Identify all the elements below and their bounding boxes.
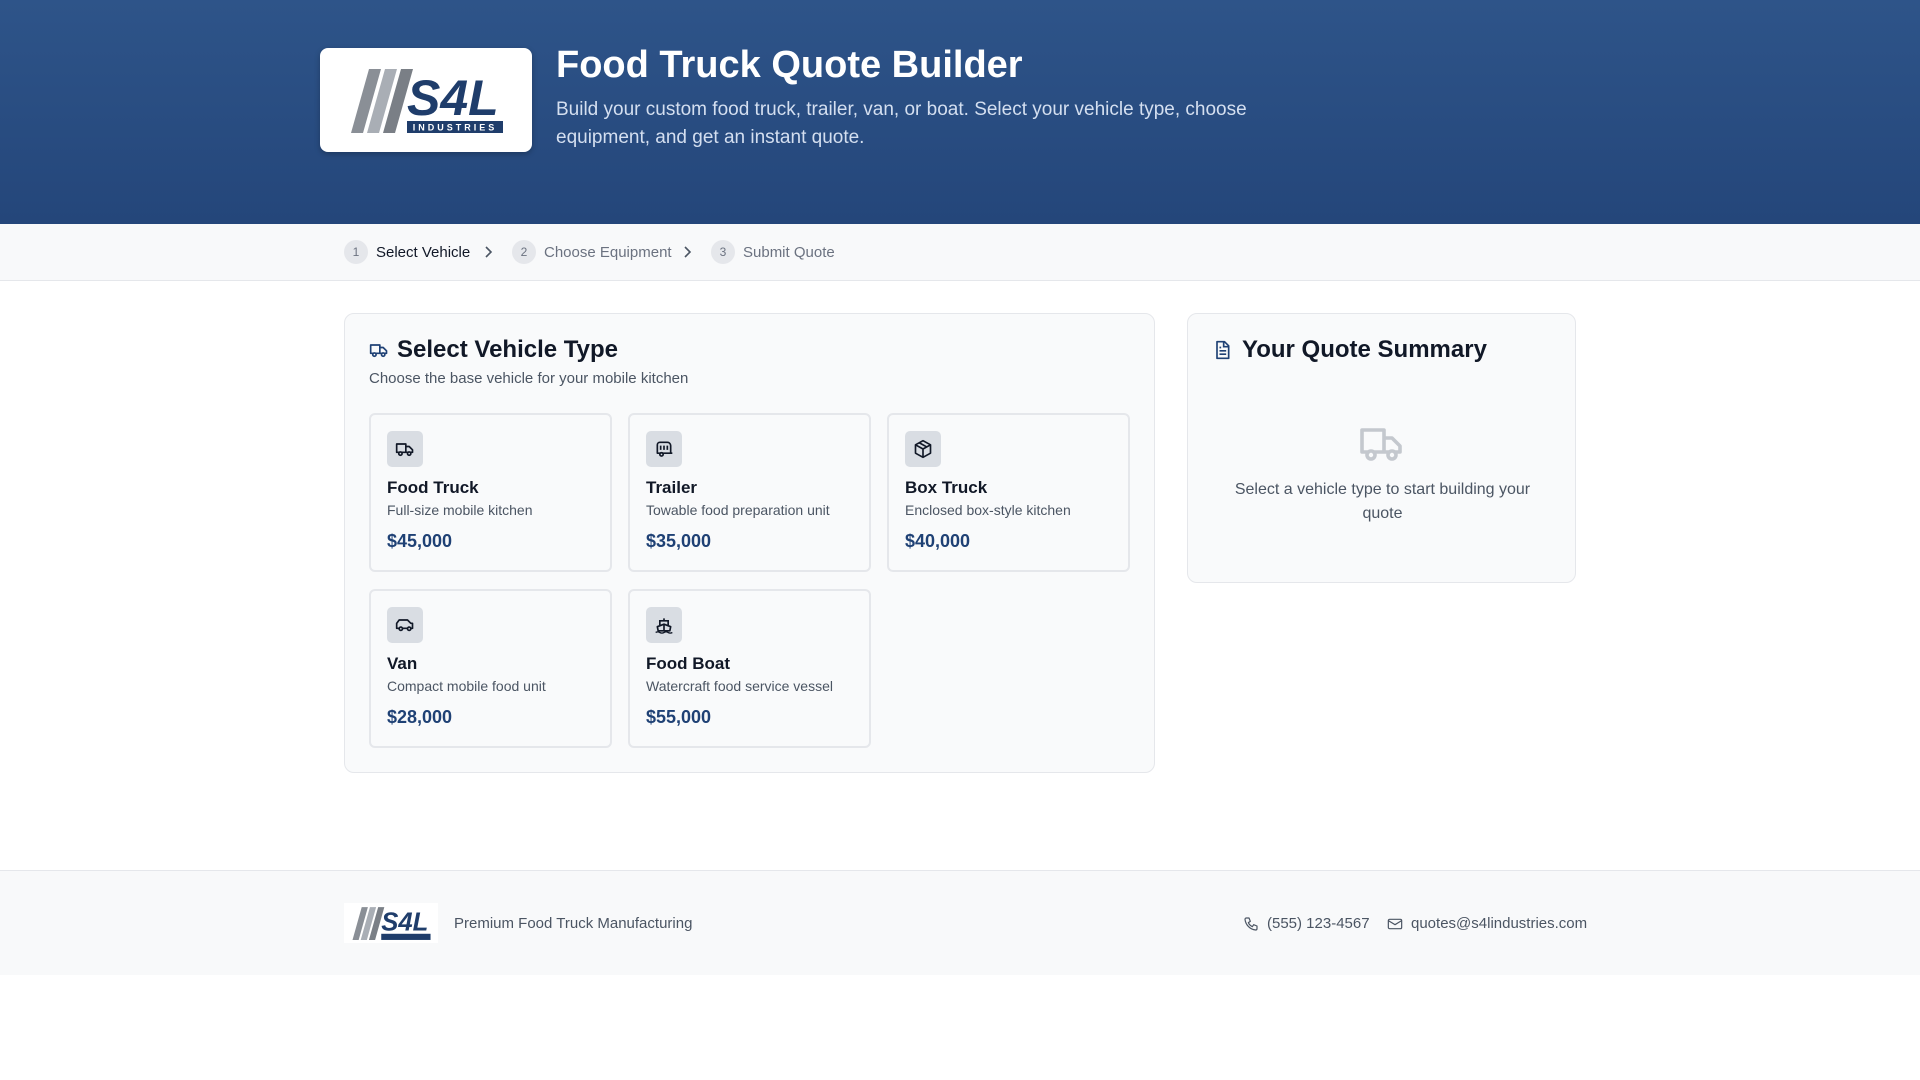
phone-number: (555) 123-4567 (1267, 915, 1370, 932)
page-subtitle: Build your custom food truck, trailer, v… (556, 99, 1247, 148)
step-choose-equipment[interactable]: 2 Choose Equipment (512, 240, 672, 264)
vehicle-price: $28,000 (387, 707, 453, 727)
vehicle-name: Box Truck (905, 478, 988, 497)
vehicle-description: Compact mobile food unit (387, 678, 546, 694)
page-title: Food Truck Quote Builder (556, 44, 1023, 86)
panel-title: Select Vehicle Type (397, 336, 619, 363)
summary-empty-message: Select a vehicle type to start building … (1234, 481, 1531, 522)
step-number: 1 (344, 240, 368, 264)
vehicle-name: Food Truck (387, 478, 479, 497)
s4l-logo-graphic: S4L (352, 907, 431, 940)
footer-logo: S4L (344, 903, 438, 943)
summary-title: Your Quote Summary (1242, 336, 1487, 363)
vehicle-name: Trailer (646, 478, 698, 497)
svg-text:INDUSTRIES: INDUSTRIES (413, 123, 498, 133)
step-select-vehicle[interactable]: 1 Select Vehicle (344, 240, 470, 264)
vehicle-icon-box (387, 607, 423, 643)
step-label: Submit Quote (743, 243, 835, 261)
vehicle-card-trailer[interactable]: Trailer Towable food preparation unit $3… (628, 413, 871, 572)
phone-icon (1244, 916, 1258, 931)
svg-text:S4L: S4L (407, 70, 499, 126)
vehicle-description: Towable food preparation unit (646, 502, 830, 518)
email-address: quotes@s4lindustries.com (1411, 915, 1588, 932)
step-label: Choose Equipment (544, 243, 672, 261)
vehicle-name: Van (387, 654, 418, 673)
truck-icon (395, 443, 414, 457)
vehicle-type-panel: Select Vehicle Type Choose the base vehi… (344, 313, 1155, 773)
vehicle-icon-box (646, 607, 682, 643)
vehicle-card-box-truck[interactable]: Box Truck Enclosed box-style kitchen $40… (887, 413, 1130, 572)
chevron-right-icon (684, 246, 692, 258)
vehicle-description: Watercraft food service vessel (646, 678, 833, 694)
company-logo: S4L INDUSTRIES (320, 48, 532, 152)
s4l-logo-graphic: S4L INDUSTRIES (351, 69, 503, 133)
page-footer: S4L Premium Food Truck Manufacturing (55… (0, 870, 1920, 975)
vehicle-card-van[interactable]: Van Compact mobile food unit $28,000 (369, 589, 612, 748)
page-header: S4L INDUSTRIES Food Truck Quote Builder … (0, 0, 1920, 224)
vehicle-card-food-boat[interactable]: Food Boat Watercraft food service vessel… (628, 589, 871, 748)
truck-icon (1360, 428, 1402, 461)
vehicle-icon-box (387, 431, 423, 467)
ship-icon (655, 618, 673, 634)
caravan-icon (656, 441, 673, 457)
vehicle-card-food-truck[interactable]: Food Truck Full-size mobile kitchen $45,… (369, 413, 612, 572)
panel-heading: Select Vehicle Type (369, 336, 618, 364)
footer-tagline: Premium Food Truck Manufacturing (454, 915, 693, 932)
step-number: 3 (711, 240, 735, 264)
panel-description: Choose the base vehicle for your mobile … (369, 370, 689, 387)
step-submit-quote[interactable]: 3 Submit Quote (711, 240, 835, 264)
package-icon (914, 439, 932, 459)
mail-icon (1387, 918, 1403, 929)
vehicle-icon-box (905, 431, 941, 467)
step-label: Select Vehicle (376, 243, 471, 261)
vehicle-description: Enclosed box-style kitchen (905, 502, 1071, 518)
svg-text:S4L: S4L (381, 909, 428, 937)
truck-icon (369, 344, 388, 358)
step-number: 2 (512, 240, 536, 264)
vehicle-price: $35,000 (646, 531, 712, 551)
chevron-right-icon (485, 246, 493, 258)
quote-summary-panel: Your Quote Summary Select a vehicle type… (1187, 313, 1576, 583)
vehicle-icon-box (646, 431, 682, 467)
van-icon (395, 619, 414, 632)
vehicle-name: Food Boat (646, 654, 731, 673)
progress-steps: 1 Select Vehicle 2 Choose Equipment 3 Su… (0, 224, 1920, 281)
email-link[interactable]: quotes@s4lindustries.com (1387, 915, 1587, 932)
vehicle-price: $55,000 (646, 707, 712, 727)
vehicle-price: $45,000 (387, 531, 453, 551)
vehicle-description: Full-size mobile kitchen (387, 502, 533, 518)
phone-link[interactable]: (555) 123-4567 (1243, 915, 1370, 932)
vehicle-price: $40,000 (905, 531, 971, 551)
summary-heading: Your Quote Summary (1212, 336, 1487, 364)
document-icon (1216, 340, 1230, 360)
